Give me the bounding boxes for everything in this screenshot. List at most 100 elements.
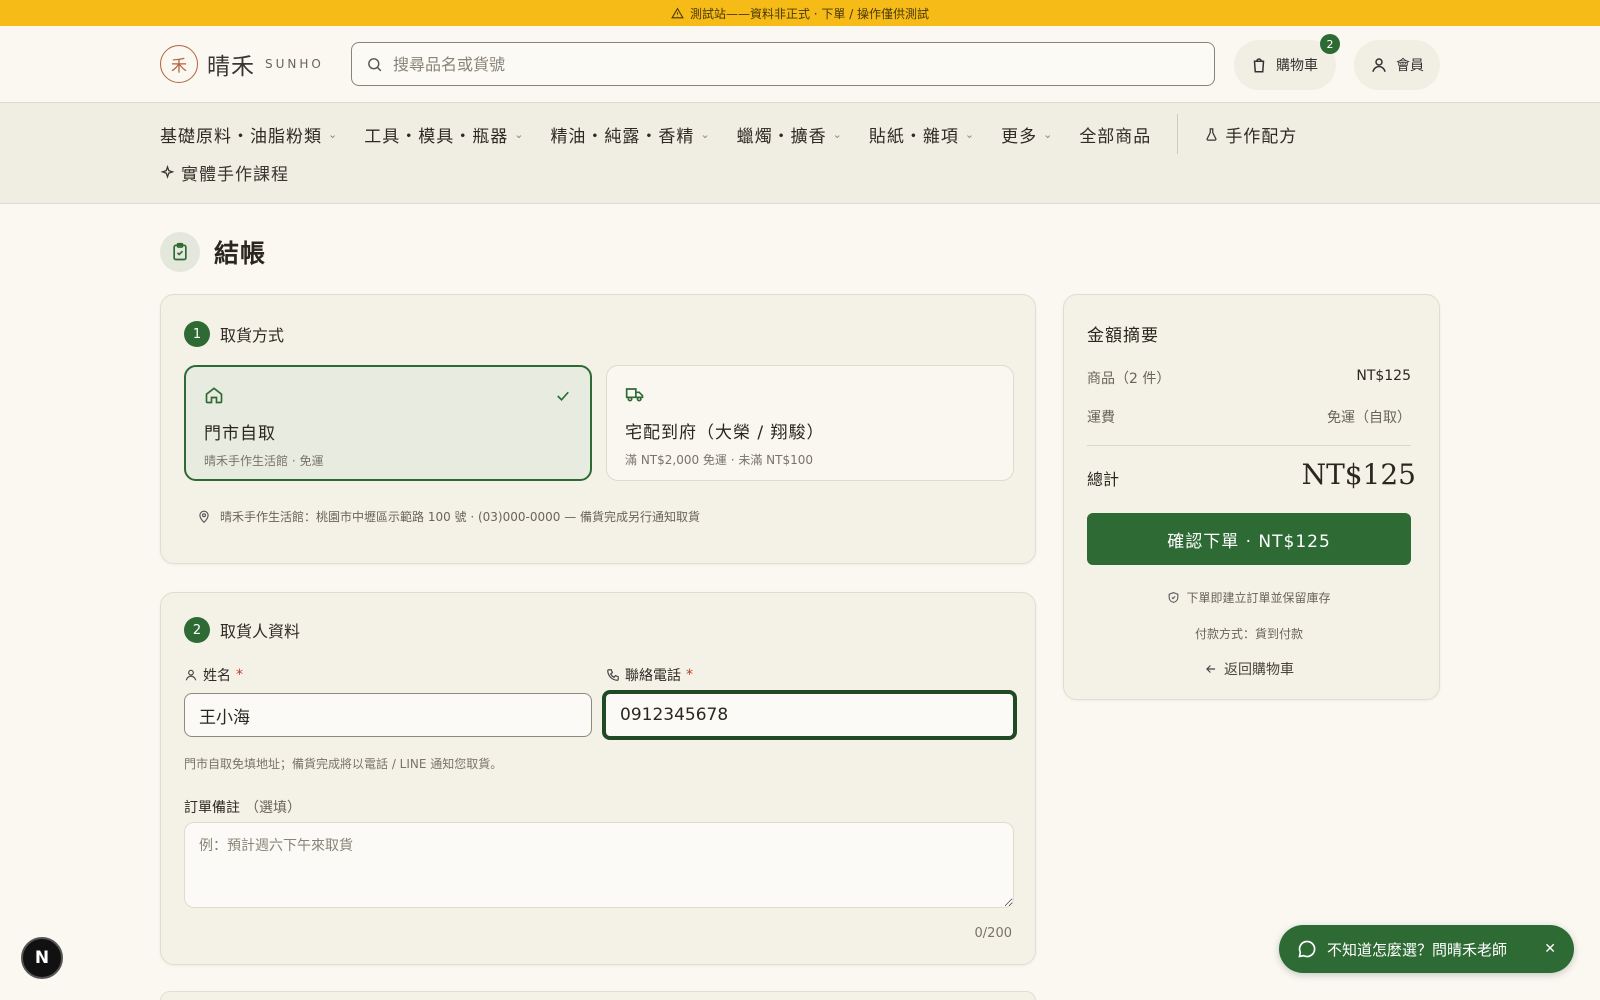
back-to-cart-link[interactable]: 返回購物車 — [1064, 659, 1434, 679]
option-store-pickup[interactable]: 門市自取 晴禾手作生活館 · 免運 — [184, 365, 592, 481]
option-subtitle: 晴禾手作生活館 · 免運 — [204, 454, 324, 468]
items-value: NT$125 — [1356, 368, 1411, 384]
stock-reserve-text: 下單即建立訂單並保留庫存 — [1186, 591, 1331, 605]
logo-chinese-name: 晴禾 — [207, 54, 255, 80]
summary-shipping-row: 運費 免運（自取） — [1087, 407, 1411, 427]
nav-item-base-materials[interactable]: 基礎原料・油脂粉類 ⌄ — [160, 122, 338, 147]
order-note-textarea[interactable] — [184, 822, 1014, 908]
nav-item-stickers[interactable]: 貼紙・雜項 ⌄ — [869, 122, 975, 147]
stock-reserve-note: 下單即建立訂單並保留庫存 — [1064, 589, 1434, 606]
note-label-text: 訂單備註 — [184, 800, 240, 816]
user-icon — [185, 669, 197, 681]
shipping-label: 運費 — [1087, 410, 1115, 426]
phone-label-text: 聯絡電話 — [625, 668, 681, 684]
nav-label: 手作配方 — [1225, 126, 1298, 147]
logo-mark: 禾 — [160, 45, 198, 83]
pickup-step-heading: 1 取貨方式 — [184, 321, 284, 347]
chevron-down-icon: ⌄ — [700, 127, 711, 141]
cart-count-badge: 2 — [1320, 34, 1340, 54]
note-char-counter: 0/200 — [974, 926, 1012, 941]
shopping-bag-icon — [1253, 58, 1265, 73]
step-title: 取貨方式 — [220, 326, 285, 345]
truck-icon — [625, 388, 644, 402]
cart-label: 購物車 — [1276, 58, 1318, 74]
required-mark: * — [686, 667, 693, 683]
nav-label: 基礎原料・油脂粉類 — [160, 126, 322, 147]
site-logo[interactable]: 禾 晴禾 SUNHO — [160, 45, 350, 83]
nav-label: 實體手作課程 — [181, 165, 289, 185]
sparkle-icon — [160, 165, 175, 179]
chevron-down-icon: ⌄ — [964, 127, 976, 141]
phone-field[interactable] — [602, 690, 1017, 740]
ask-teacher-chat-button[interactable]: 不知道怎麼選？問晴禾老師 ✕ — [1279, 925, 1574, 973]
test-site-banner: 測試站——資料非正式 · 下單 / 操作僅供測試 — [0, 0, 1600, 26]
option-home-delivery[interactable]: 宅配到府（大榮 / 翔駿） 滿 NT$2,000 免運 · 未滿 NT$100 — [606, 365, 1014, 481]
site-header: 禾 晴禾 SUNHO 購物車 2 會員 — [0, 26, 1600, 102]
category-nav: 基礎原料・油脂粉類 ⌄ 工具・模具・瓶器 ⌄ 精油・純露・香精 ⌄ 蠟燭・擴香 ⌄ 貼紙… — [0, 102, 1600, 204]
close-icon[interactable]: ✕ — [1544, 941, 1556, 957]
chevron-down-icon: ⌄ — [1043, 127, 1054, 141]
member-button[interactable]: 會員 — [1354, 40, 1440, 90]
recipient-step-heading: 2 取貨人資料 — [184, 617, 300, 643]
nav-item-recipes[interactable]: 手作配方 — [1204, 122, 1297, 147]
name-field[interactable] — [184, 693, 592, 737]
nav-item-all-products[interactable]: 全部商品 — [1079, 122, 1151, 147]
recipient-info-card: 2 取貨人資料 姓名 * 聯絡電話 * 門市自取免填地址；備貨完成將以電話 / … — [160, 592, 1036, 965]
pickup-method-card: 1 取貨方式 門市自取 晴禾手作生活館 · 免運 宅配到府（大榮 / 翔駿） 滿… — [160, 294, 1036, 564]
step-number: 1 — [184, 321, 210, 347]
next-section-card — [160, 991, 1036, 1000]
dev-tools-badge[interactable]: N — [21, 937, 63, 979]
total-value: NT$125 — [1301, 458, 1416, 491]
total-label: 總計 — [1087, 470, 1120, 489]
chat-bubble-icon — [1298, 940, 1316, 958]
nav-item-essential-oils[interactable]: 精油・純露・香精 ⌄ — [550, 122, 710, 147]
nav-item-candles[interactable]: 蠟燭・擴香 ⌄ — [737, 122, 843, 147]
flask-icon — [1206, 127, 1217, 141]
home-icon — [205, 387, 223, 404]
arrow-left-icon — [1206, 665, 1216, 673]
nav-divider — [1177, 114, 1179, 154]
phone-label: 聯絡電話 * — [606, 665, 693, 685]
order-summary-card: 金額摘要 商品（2 件） NT$125 運費 免運（自取） 總計 NT$125 … — [1063, 294, 1440, 700]
nav-label: 貼紙・雜項 — [868, 126, 959, 147]
confirm-order-button[interactable]: 確認下單 · NT$125 — [1087, 513, 1411, 565]
page-title: 結帳 — [214, 239, 267, 268]
search-box — [351, 42, 1215, 86]
member-label: 會員 — [1396, 58, 1424, 74]
required-mark: * — [236, 667, 243, 683]
order-note-label: 訂單備註 （選填） — [184, 797, 301, 817]
page-title-area: 結帳 — [160, 232, 266, 272]
nav-label: 更多 — [1001, 126, 1038, 147]
nav-item-tools[interactable]: 工具・模具・瓶器 ⌄ — [364, 122, 524, 147]
chevron-down-icon: ⌄ — [514, 127, 525, 141]
nav-item-more[interactable]: 更多 ⌄ — [1001, 122, 1053, 147]
check-icon — [557, 391, 569, 401]
cart-button[interactable]: 購物車 2 — [1234, 34, 1340, 90]
name-label-text: 姓名 — [203, 668, 231, 684]
nav-label: 蠟燭・擴香 — [736, 126, 827, 147]
items-label: 商品（2 件） — [1087, 371, 1171, 387]
clipboard-icon — [160, 232, 200, 272]
payment-method-note: 付款方式：貨到付款 — [1194, 627, 1303, 641]
step-title: 取貨人資料 — [220, 622, 301, 641]
chat-label: 不知道怎麼選？問晴禾老師 — [1327, 940, 1508, 959]
chevron-down-icon: ⌄ — [832, 127, 843, 141]
search-input[interactable] — [393, 54, 1173, 74]
phone-icon — [607, 669, 619, 681]
user-icon — [1372, 58, 1386, 72]
nav-label: 精油・純露・香精 — [550, 126, 695, 147]
summary-divider — [1087, 445, 1411, 446]
name-label: 姓名 * — [184, 665, 243, 685]
step-number: 2 — [184, 617, 210, 643]
logo-english-name: SUNHO — [265, 57, 324, 71]
optional-mark: （選填） — [245, 800, 301, 816]
search-icon — [368, 57, 382, 71]
nav-label: 工具・模具・瓶器 — [364, 126, 509, 147]
chevron-down-icon: ⌄ — [328, 127, 339, 141]
shield-check-icon — [1169, 592, 1179, 603]
summary-items-row: 商品（2 件） NT$125 — [1087, 368, 1411, 388]
nav-item-courses[interactable]: 實體手作課程 — [160, 160, 289, 185]
warning-icon — [671, 7, 684, 18]
store-address-text: 晴禾手作生活館：桃園市中壢區示範路 100 號 · (03)000-0000 —… — [220, 510, 701, 524]
banner-text: 測試站——資料非正式 · 下單 / 操作僅供測試 — [689, 6, 930, 21]
